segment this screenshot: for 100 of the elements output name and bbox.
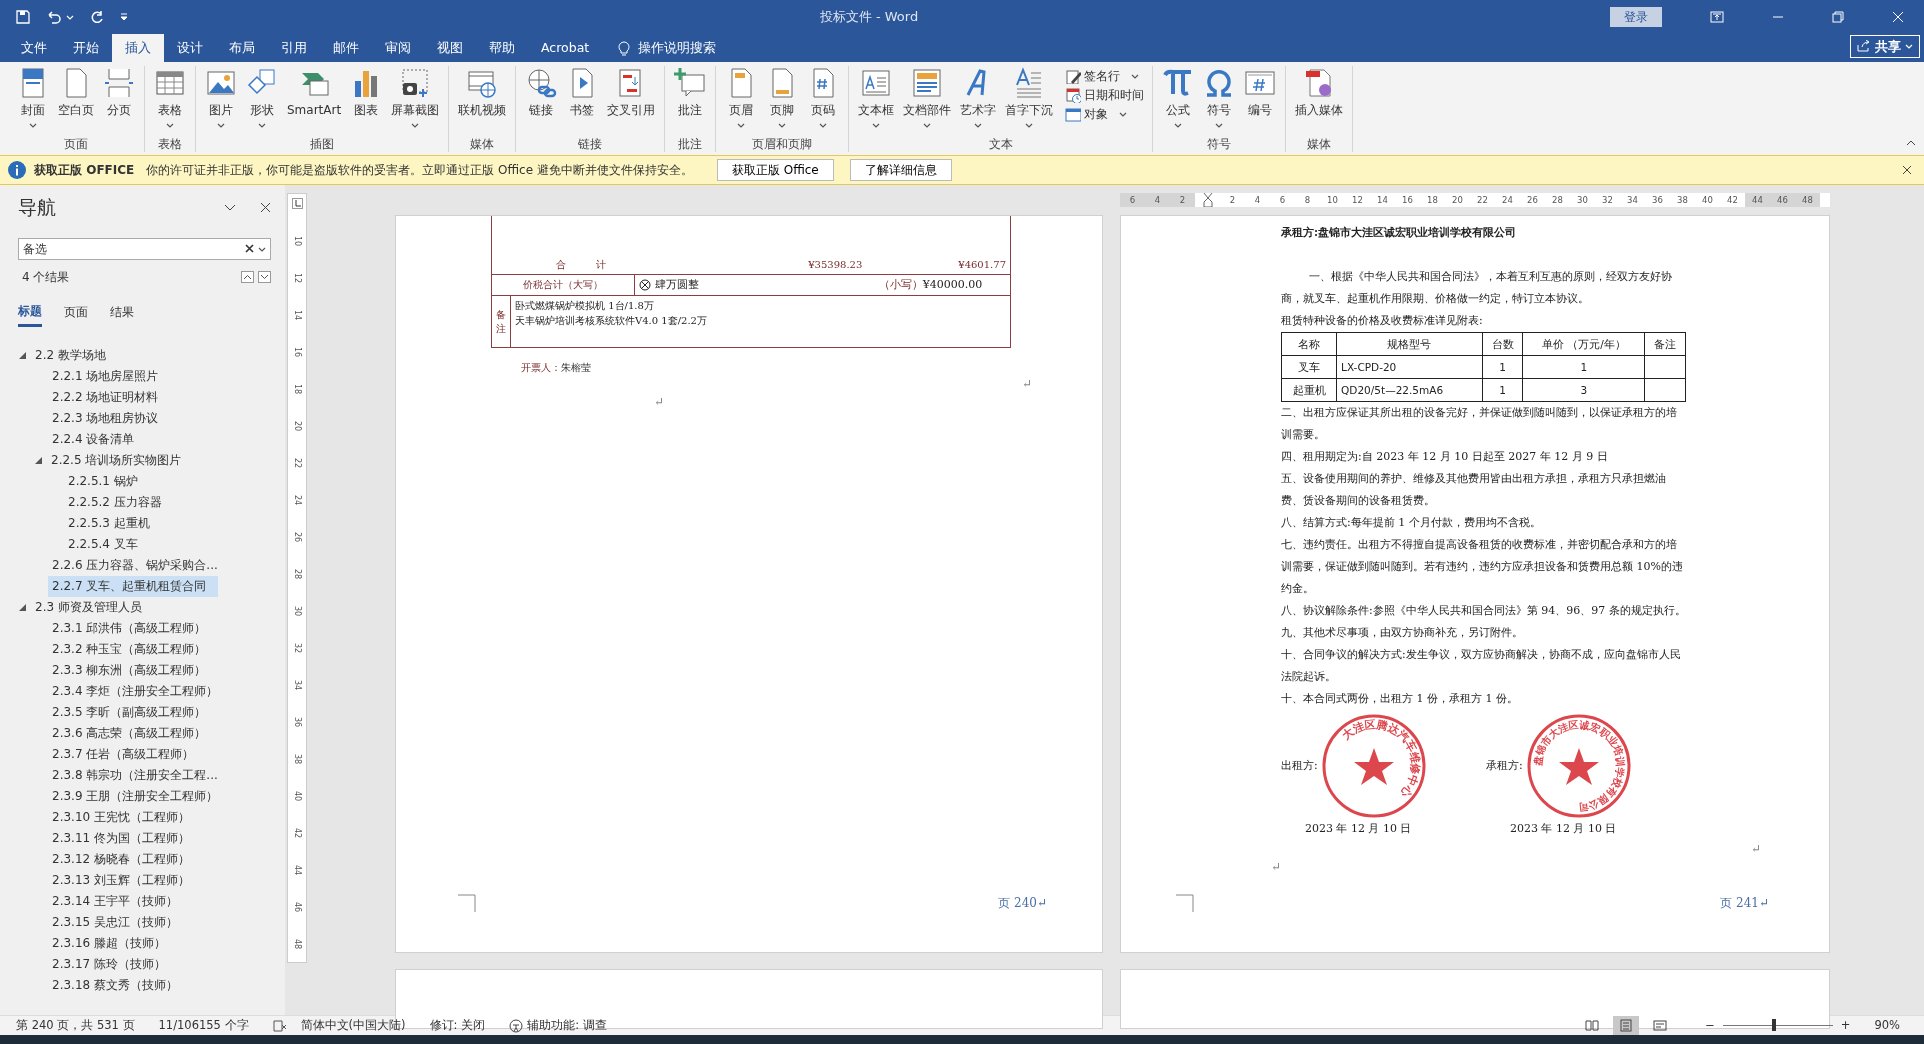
heading-item[interactable]: 2.3.6 高志荣（高级工程师） xyxy=(48,722,211,744)
restore-icon[interactable] xyxy=(1832,11,1844,23)
clear-icon[interactable] xyxy=(245,244,254,253)
heading-item[interactable]: 2.3.2 种玉宝（高级工程师） xyxy=(48,638,211,660)
ribbon-button[interactable]: 签名行 xyxy=(1063,66,1147,85)
heading-item[interactable]: 2.3.7 任岩（高级工程师） xyxy=(48,743,199,765)
previous-result-icon[interactable] xyxy=(241,270,254,283)
notice-button[interactable]: 获取正版 Office xyxy=(716,159,834,181)
ribbon-button[interactable]: 对象 xyxy=(1063,104,1147,123)
ribbon-tab[interactable]: 帮助 xyxy=(476,34,528,62)
indent-marker-icon[interactable] xyxy=(1202,193,1213,207)
heading-item[interactable]: 2.3 师资及管理人员 xyxy=(31,596,146,618)
heading-item[interactable]: 2.2.5.3 起重机 xyxy=(64,512,154,534)
zoom-level[interactable]: 90% xyxy=(1874,1016,1900,1035)
ribbon-button[interactable]: 屏幕截图 xyxy=(388,66,443,136)
heading-item[interactable]: 2.2.7 叉车、起重机租赁合同 xyxy=(48,575,218,597)
search-field[interactable]: 备选 xyxy=(18,237,271,260)
close-icon[interactable] xyxy=(260,201,271,213)
ribbon-button[interactable]: 链接 xyxy=(522,66,561,136)
ribbon-tab[interactable]: Acrobat xyxy=(528,34,603,62)
heading-item[interactable]: 2.3.15 吴忠江（技师） xyxy=(48,911,182,933)
ribbon-tab[interactable]: 插入 xyxy=(112,34,164,62)
tab-stop-icon[interactable] xyxy=(291,198,303,209)
redo-icon[interactable] xyxy=(90,10,104,24)
ribbon-button[interactable]: 封面 xyxy=(14,66,52,136)
zoom-out-button[interactable]: − xyxy=(1705,1016,1715,1035)
ribbon-button[interactable]: 首字下沉 xyxy=(1002,66,1057,136)
heading-item[interactable]: 2.2.2 场地证明材料 xyxy=(48,386,163,408)
heading-item[interactable]: 2.3.9 王朋（注册安全工程师） xyxy=(48,785,223,807)
expanded-icon[interactable] xyxy=(34,455,43,465)
ribbon-button[interactable]: 艺术字 xyxy=(957,66,1000,136)
heading-item[interactable]: 2.3.5 李昕（副高级工程师） xyxy=(48,701,211,723)
chevron-down-icon[interactable] xyxy=(224,203,236,211)
accessibility-status[interactable]: 辅助功能: 调查 xyxy=(527,1016,607,1035)
heading-item[interactable]: 2.3.17 陈玲（技师） xyxy=(48,953,170,975)
ribbon-tab[interactable]: 开始 xyxy=(60,34,112,62)
heading-item[interactable]: 2.3.18 蔡文秀（技师） xyxy=(48,974,182,996)
ribbon-button[interactable]: 符号 xyxy=(1200,66,1239,136)
view-button[interactable] xyxy=(1613,1016,1640,1035)
ribbon-button[interactable]: 空白页 xyxy=(55,66,97,136)
pane-tab[interactable]: 页面 xyxy=(64,301,88,327)
expanded-icon[interactable] xyxy=(18,350,27,360)
heading-item[interactable]: 2.2.5.2 压力容器 xyxy=(64,491,166,513)
heading-item[interactable]: 2.2.5 培训场所实物图片 xyxy=(47,449,186,471)
customize-toolbar-icon[interactable] xyxy=(120,13,128,21)
heading-item[interactable]: 2.3.13 刘玉辉（工程师） xyxy=(48,869,194,891)
share-button[interactable]: 共享 xyxy=(1850,34,1920,58)
tell-me-search[interactable]: 操作说明搜索 xyxy=(638,38,717,58)
ribbon-button[interactable]: 文档部件 xyxy=(900,66,955,136)
ribbon-button[interactable]: 页眉 xyxy=(722,66,761,136)
heading-item[interactable]: 2.2.4 设备清单 xyxy=(48,428,139,450)
expanded-icon[interactable] xyxy=(18,602,27,612)
ribbon-button[interactable]: SmartArt xyxy=(284,66,345,136)
pane-tab[interactable]: 结果 xyxy=(110,301,134,327)
heading-item[interactable]: 2.3.12 杨晓春（工程师） xyxy=(48,848,194,870)
ribbon-tab[interactable]: 设计 xyxy=(164,34,216,62)
sign-in-button[interactable]: 登录 xyxy=(1610,7,1662,27)
ribbon-button[interactable]: 页码 xyxy=(804,66,843,136)
page-count[interactable]: 第 240 页，共 531 页 xyxy=(16,1016,135,1035)
ribbon-button[interactable]: 联机视频 xyxy=(455,66,510,136)
ribbon-button[interactable]: 分页 xyxy=(100,66,138,136)
heading-item[interactable]: 2.3.14 王宇平（技师） xyxy=(48,890,182,912)
heading-item[interactable]: 2.3.3 柳东洲（高级工程师） xyxy=(48,659,211,681)
save-icon[interactable] xyxy=(16,10,30,24)
ribbon-button[interactable]: 图表 xyxy=(347,66,386,136)
heading-item[interactable]: 2.2.5.4 叉车 xyxy=(64,533,142,555)
ribbon-button[interactable]: 公式 xyxy=(1159,66,1198,136)
next-result-icon[interactable] xyxy=(258,270,271,283)
ribbon-button[interactable]: 表格 xyxy=(151,66,189,136)
heading-item[interactable]: 2.2.3 场地租房协议 xyxy=(48,407,163,429)
heading-item[interactable]: 2.3.11 佟为国（工程师） xyxy=(48,827,194,849)
ribbon-button[interactable]: 书签 xyxy=(563,66,602,136)
ribbon-button[interactable]: 插入媒体 xyxy=(1292,66,1347,136)
ribbon-tab[interactable]: 布局 xyxy=(216,34,268,62)
heading-item[interactable]: 2.3.16 滕超（技师） xyxy=(48,932,170,954)
undo-icon[interactable] xyxy=(46,10,62,24)
pane-tab[interactable]: 标题 xyxy=(18,301,42,327)
collapse-ribbon-icon[interactable] xyxy=(1906,139,1916,146)
ribbon-button[interactable]: 文本框 xyxy=(855,66,898,136)
ribbon-tab[interactable]: 文件 xyxy=(8,34,60,62)
track-changes-status[interactable]: 修订: 关闭 xyxy=(429,1016,486,1035)
ribbon-tab[interactable]: 邮件 xyxy=(320,34,372,62)
ribbon-button[interactable]: 日期和时间 xyxy=(1063,85,1147,104)
ribbon-button[interactable]: 页脚 xyxy=(763,66,802,136)
heading-item[interactable]: 2.2.5.1 锅炉 xyxy=(64,470,142,492)
heading-item[interactable]: 2.3.8 韩宗功（注册安全工程... xyxy=(48,764,222,786)
heading-item[interactable]: 2.3.4 李炬（注册安全工程师） xyxy=(48,680,223,702)
ribbon-button[interactable]: 交叉引用 xyxy=(604,66,659,136)
heading-item[interactable]: 2.3.10 王宪忱（工程师） xyxy=(48,806,194,828)
notice-button[interactable]: 了解详细信息 xyxy=(849,159,952,181)
heading-item[interactable]: 2.2.1 场地房屋照片 xyxy=(48,365,163,387)
ribbon-button[interactable]: 编号 xyxy=(1241,66,1280,136)
ribbon-button[interactable]: 图片 xyxy=(202,66,240,136)
ribbon-tab[interactable]: 视图 xyxy=(424,34,476,62)
ribbon-display-icon[interactable] xyxy=(1710,11,1724,23)
zoom-slider-thumb[interactable] xyxy=(1771,1019,1776,1031)
language-status[interactable]: 简体中文(中国大陆) xyxy=(300,1016,406,1035)
ribbon-button[interactable]: 批注 xyxy=(671,66,710,136)
proofing-icon[interactable] xyxy=(272,1019,287,1032)
heading-item[interactable]: 2.2.6 压力容器、锅炉采购合... xyxy=(48,554,222,576)
